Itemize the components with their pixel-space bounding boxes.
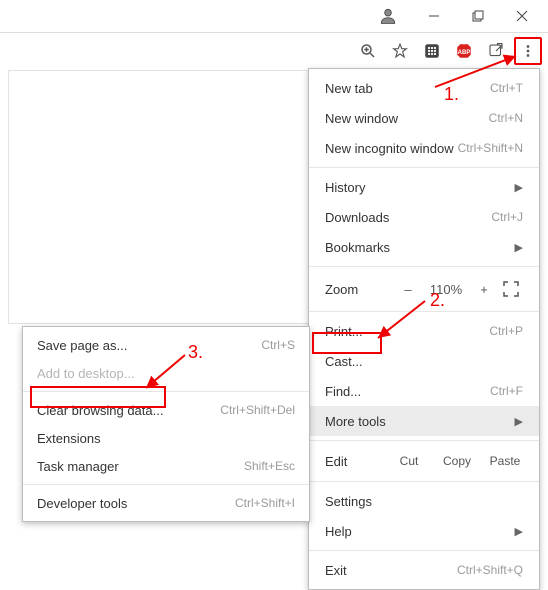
zoom-icon[interactable] [354, 37, 382, 65]
menu-separator [23, 391, 309, 392]
menu-shortcut: Ctrl+Shift+Q [457, 563, 523, 577]
menu-item-newwindow[interactable]: New window Ctrl+N [309, 103, 539, 133]
menu-item-print[interactable]: Print... Ctrl+P [309, 316, 539, 346]
menu-shortcut: Ctrl+S [261, 338, 295, 352]
menu-label: Print... [325, 324, 363, 339]
menu-separator [309, 440, 539, 441]
submenu-item-adddesktop: Add to desktop... [23, 359, 309, 387]
menu-label: Downloads [325, 210, 389, 225]
menu-label: Save page as... [37, 338, 127, 353]
zoom-out-button[interactable]: – [399, 282, 417, 297]
copy-button[interactable]: Copy [433, 454, 481, 468]
menu-shortcut: Ctrl+T [490, 81, 523, 95]
menu-label: Exit [325, 563, 347, 578]
menu-item-exit[interactable]: Exit Ctrl+Shift+Q [309, 555, 539, 585]
menu-separator [309, 167, 539, 168]
chrome-menu-button[interactable] [514, 37, 542, 65]
menu-label: New window [325, 111, 398, 126]
menu-item-help[interactable]: Help ▶ [309, 516, 539, 546]
menu-label: Bookmarks [325, 240, 390, 255]
menu-label: Clear browsing data... [37, 403, 163, 418]
menu-label: New tab [325, 81, 373, 96]
submenu-item-extensions[interactable]: Extensions [23, 424, 309, 452]
menu-shortcut: Shift+Esc [244, 459, 295, 473]
menu-label: Help [325, 524, 352, 539]
menu-label: More tools [325, 414, 386, 429]
menu-shortcut: Ctrl+F [490, 384, 523, 398]
menu-item-cast[interactable]: Cast... [309, 346, 539, 376]
menu-item-history[interactable]: History ▶ [309, 172, 539, 202]
submenu-arrow-icon: ▶ [515, 241, 523, 254]
submenu-arrow-icon: ▶ [515, 525, 523, 538]
menu-item-settings[interactable]: Settings [309, 486, 539, 516]
menu-label: Cast... [325, 354, 363, 369]
menu-separator [309, 550, 539, 551]
cut-button[interactable]: Cut [385, 454, 433, 468]
more-tools-submenu: Save page as...Ctrl+S Add to desktop... … [22, 326, 310, 522]
submenu-arrow-icon: ▶ [515, 415, 523, 428]
menu-item-incognito[interactable]: New incognito window Ctrl+Shift+N [309, 133, 539, 163]
close-button[interactable] [500, 2, 544, 30]
menu-shortcut: Ctrl+Shift+Del [220, 403, 295, 417]
menu-item-find[interactable]: Find... Ctrl+F [309, 376, 539, 406]
menu-label: History [325, 180, 365, 195]
menu-item-newtab[interactable]: New tab Ctrl+T [309, 73, 539, 103]
bookmark-star-icon[interactable] [386, 37, 414, 65]
maximize-button[interactable] [456, 2, 500, 30]
submenu-item-savepage[interactable]: Save page as... Ctrl+S [23, 331, 309, 359]
menu-item-bookmarks[interactable]: Bookmarks ▶ [309, 232, 539, 262]
submenu-item-taskmgr[interactable]: Task manager Shift+Esc [23, 452, 309, 480]
menu-separator [309, 481, 539, 482]
fullscreen-icon[interactable] [503, 281, 523, 297]
menu-shortcut: Ctrl+Shift+I [235, 496, 295, 510]
menu-label: Settings [325, 494, 372, 509]
menu-separator [309, 311, 539, 312]
profile-icon[interactable] [364, 6, 412, 26]
zoom-label: Zoom [325, 282, 389, 297]
chrome-main-menu: New tab Ctrl+T New window Ctrl+N New incog… [308, 68, 540, 590]
minimize-button[interactable] [412, 2, 456, 30]
menu-separator [309, 266, 539, 267]
menu-item-moretools[interactable]: More tools ▶ [309, 406, 539, 436]
menu-label: New incognito window [325, 141, 454, 156]
menu-label: Developer tools [37, 496, 127, 511]
submenu-arrow-icon: ▶ [515, 181, 523, 194]
window-titlebar [0, 0, 548, 32]
svg-text:ABP: ABP [458, 50, 471, 56]
menu-shortcut: Ctrl+J [491, 210, 523, 224]
menu-shortcut: Ctrl+N [489, 111, 523, 125]
menu-separator [23, 484, 309, 485]
abp-icon[interactable]: ABP [450, 37, 478, 65]
page-content-area [8, 70, 310, 324]
browser-toolbar: ABP [0, 32, 548, 68]
zoom-value: 110% [427, 282, 465, 297]
menu-label: Find... [325, 384, 361, 399]
menu-item-zoom: Zoom – 110% + [309, 271, 539, 307]
edit-label: Edit [325, 454, 385, 469]
menu-label: Extensions [37, 431, 101, 446]
menu-shortcut: Ctrl+Shift+N [458, 141, 523, 155]
paste-button[interactable]: Paste [481, 454, 529, 468]
zoom-in-button[interactable]: + [475, 282, 493, 297]
menu-shortcut: Ctrl+P [489, 324, 523, 338]
menu-item-edit: Edit Cut Copy Paste [309, 445, 539, 477]
menu-item-downloads[interactable]: Downloads Ctrl+J [309, 202, 539, 232]
menu-label: Add to desktop... [37, 366, 135, 381]
menu-label: Task manager [37, 459, 119, 474]
share-icon[interactable] [482, 37, 510, 65]
submenu-item-clearbrowsing[interactable]: Clear browsing data... Ctrl+Shift+Del [23, 396, 309, 424]
extension-grid-icon[interactable] [418, 37, 446, 65]
